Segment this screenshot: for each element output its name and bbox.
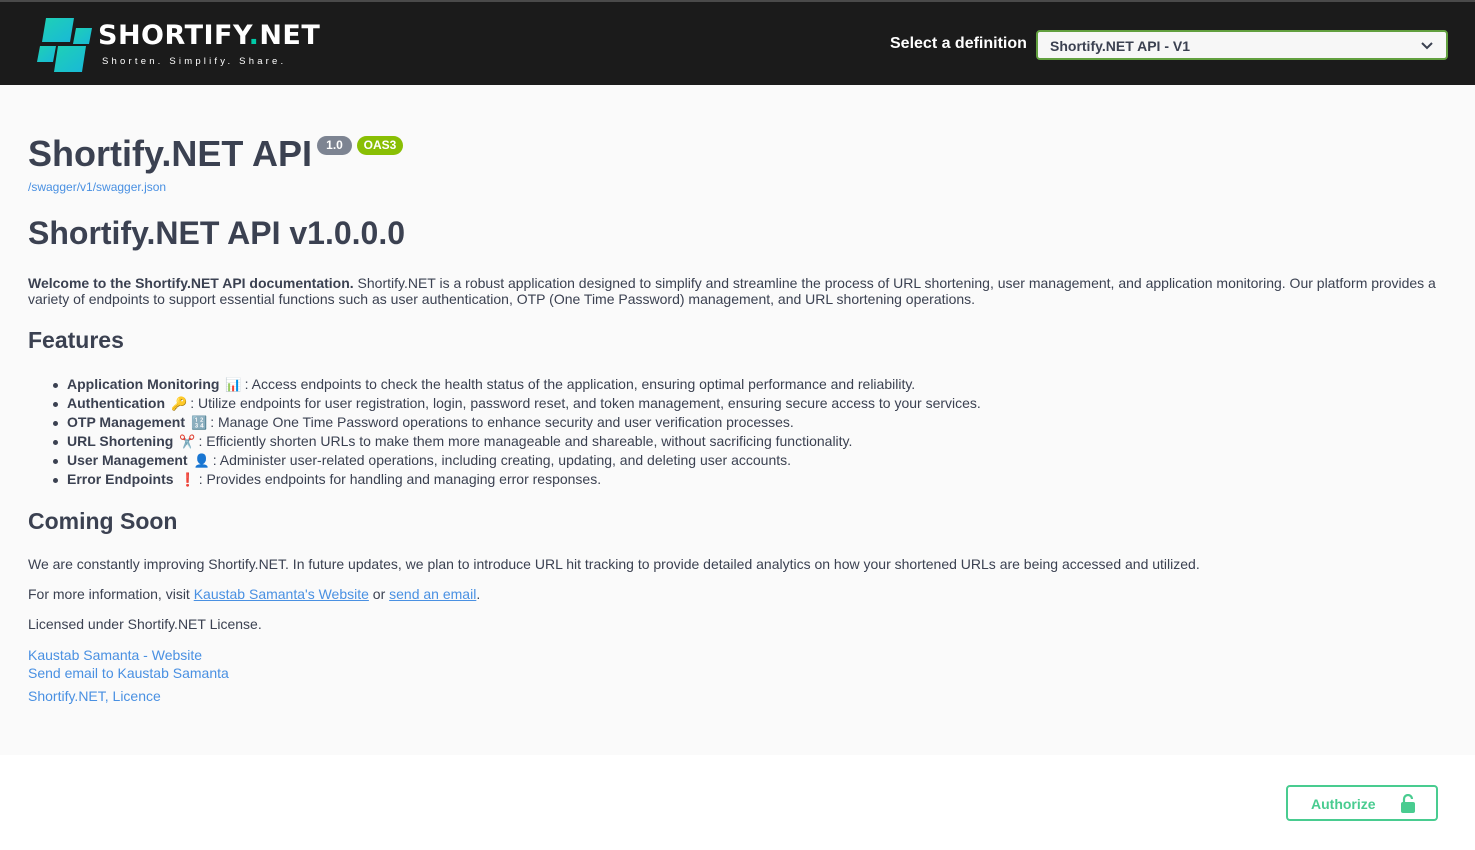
contact-email-link[interactable]: Send email to Kaustab Samanta [28, 665, 229, 681]
features-heading: Features [28, 327, 124, 353]
feature-name: OTP Management [67, 414, 185, 430]
feature-desc: : Efficiently shorten URLs to make them … [198, 433, 853, 449]
list-item: User Management 👤: Administer user-relate… [50, 451, 1430, 470]
definition-select[interactable]: Shortify.NET API - V1 [1036, 30, 1448, 60]
unlocked-padlock-icon [1401, 794, 1415, 813]
logo-title-suffix: NET [259, 20, 321, 51]
feature-name: Authentication [67, 395, 165, 411]
bar-chart-icon: 📊 [225, 378, 242, 393]
feature-desc: : Utilize endpoints for user registratio… [190, 395, 981, 411]
coming-soon-text: We are constantly improving Shortify.NET… [28, 556, 1200, 572]
list-item: Error Endpoints ❗: Provides endpoints for… [50, 470, 1430, 489]
logo-tagline: Shorten. Simplify. Share. [102, 56, 287, 67]
more-info-or: or [368, 586, 390, 602]
authorize-label: Authorize [1311, 796, 1376, 812]
intro-bold: Welcome to the Shortify.NET API document… [28, 275, 354, 291]
logo-title-main: SHORTIFY [98, 20, 249, 51]
spec-url-link[interactable]: /swagger/v1/swagger.json [28, 180, 166, 194]
exclamation-icon: ❗ [179, 473, 196, 488]
numbers-icon: 🔢 [191, 416, 208, 431]
chevron-down-icon [1421, 42, 1433, 50]
version-badge: 1.0 [317, 136, 352, 155]
list-item: OTP Management 🔢: Manage One Time Passwor… [50, 413, 1430, 432]
key-icon: 🔑 [171, 397, 188, 412]
api-info-section: Shortify.NET API 1.0 OAS3 /swagger/v1/sw… [0, 85, 1475, 755]
feature-name: User Management [67, 452, 188, 468]
topbar: SHORTIFY.NET Shorten. Simplify. Share. S… [0, 0, 1475, 85]
scissors-icon: ✂️ [179, 435, 196, 450]
coming-soon-heading: Coming Soon [28, 508, 178, 534]
list-item: Application Monitoring 📊: Access endpoint… [50, 375, 1430, 394]
shortify-logo[interactable]: SHORTIFY.NET Shorten. Simplify. Share. [36, 14, 336, 76]
feature-name: Application Monitoring [67, 376, 220, 392]
more-info-text: For more information, visit Kaustab Sama… [28, 586, 480, 602]
user-icon: 👤 [193, 454, 210, 469]
more-info-prefix: For more information, visit [28, 586, 194, 602]
shortify-logo-icon [37, 18, 92, 72]
intro-paragraph: Welcome to the Shortify.NET API document… [28, 275, 1448, 307]
logo-title-dot: . [248, 20, 260, 51]
feature-desc: : Access endpoints to check the health s… [244, 376, 916, 392]
authorize-button[interactable]: Authorize [1286, 785, 1438, 821]
page-title: Shortify.NET API [28, 133, 313, 174]
list-item: Authentication 🔑: Utilize endpoints for u… [50, 394, 1430, 413]
website-link[interactable]: Kaustab Samanta's Website [194, 586, 369, 602]
features-list: Application Monitoring 📊: Access endpoint… [50, 375, 1430, 489]
more-info-suffix: . [476, 586, 481, 602]
definition-select-value: Shortify.NET API - V1 [1050, 38, 1191, 54]
feature-desc: : Administer user-related operations, in… [212, 452, 792, 468]
oas-badge: OAS3 [357, 136, 403, 155]
email-link[interactable]: send an email [389, 586, 476, 602]
list-item: URL Shortening ✂️: Efficiently shorten UR… [50, 432, 1430, 451]
feature-desc: : Provides endpoints for handling and ma… [198, 471, 602, 487]
feature-desc: : Manage One Time Password operations to… [210, 414, 794, 430]
logo-title: SHORTIFY.NET [98, 20, 320, 51]
definition-label: Select a definition [890, 35, 1027, 52]
license-text: Licensed under Shortify.NET License. [28, 616, 262, 632]
contact-website-link[interactable]: Kaustab Samanta - Website [28, 647, 202, 663]
api-version-heading: Shortify.NET API v1.0.0.0 [28, 215, 405, 251]
feature-name: Error Endpoints [67, 471, 174, 487]
feature-name: URL Shortening [67, 433, 174, 449]
license-link[interactable]: Shortify.NET, Licence [28, 688, 161, 704]
